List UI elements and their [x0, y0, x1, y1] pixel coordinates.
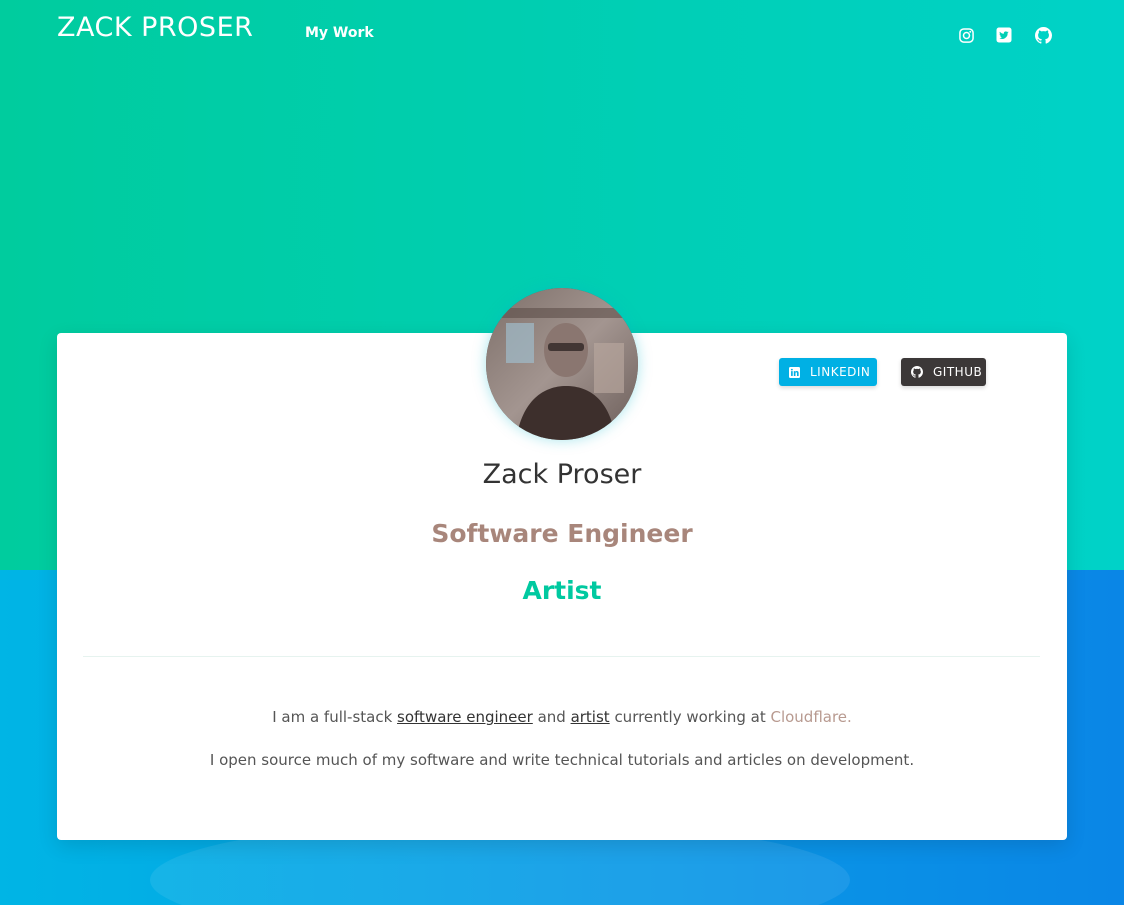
twitter-icon [996, 27, 1012, 43]
divider [83, 656, 1040, 657]
bio-middle: and [532, 708, 571, 726]
twitter-link[interactable] [993, 24, 1015, 46]
artist-link[interactable]: artist [571, 708, 610, 726]
avatar [486, 288, 638, 440]
page: ZACK PROSER My Work LINKEDIN GITHUB Zack… [0, 0, 1124, 905]
github-icon [911, 366, 923, 378]
github-button-label: GITHUB [933, 365, 983, 379]
bio-line-1: I am a full-stack software engineer and … [0, 708, 1124, 726]
linkedin-icon [789, 366, 800, 378]
role-software-engineer: Software Engineer [431, 519, 693, 548]
software-engineer-link[interactable]: software engineer [397, 708, 533, 726]
bio-line-2: I open source much of my software and wr… [209, 751, 915, 769]
bio-suffix: currently working at [609, 708, 771, 726]
github-link[interactable] [1032, 24, 1054, 46]
bio-prefix: I am a full-stack [272, 708, 398, 726]
instagram-link[interactable] [955, 24, 977, 46]
linkedin-button[interactable]: LINKEDIN [779, 358, 877, 386]
profile-name: Zack Proser [482, 459, 642, 490]
cloudflare-link[interactable]: Cloudflare. [770, 708, 851, 726]
avatar-photo [486, 288, 638, 440]
instagram-icon [958, 27, 974, 43]
nav-my-work-link[interactable]: My Work [305, 25, 374, 41]
role-artist: Artist [522, 576, 602, 605]
brand-logo-link[interactable]: ZACK PROSER [57, 12, 253, 43]
linkedin-button-label: LINKEDIN [810, 365, 871, 379]
github-icon [1034, 26, 1052, 44]
github-button[interactable]: GITHUB [901, 358, 986, 386]
